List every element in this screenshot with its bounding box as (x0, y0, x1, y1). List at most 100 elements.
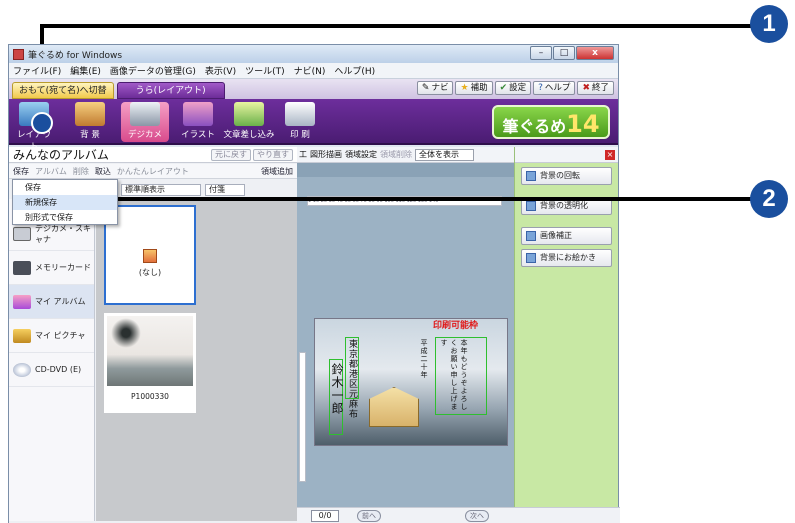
app-logo: 筆ぐるめ14 (492, 105, 610, 139)
view-select[interactable]: 標準順表示 (121, 184, 201, 196)
menu-file[interactable]: ファイル(F) (13, 64, 61, 77)
view-options: 表示 標準順表示 付箋 (95, 183, 295, 197)
album-button[interactable]: アルバム (35, 166, 67, 177)
app-window: 筆ぐるめ for Windows – □ x ファイル(F) 編集(E) 画像デ… (8, 44, 620, 523)
close-button[interactable]: x (576, 46, 614, 60)
import-button[interactable]: 取込 (95, 166, 111, 177)
ribbon-text-insert[interactable]: 文章差し込み (223, 102, 275, 142)
settings-label: 設定 (509, 83, 527, 93)
panel-header: × (515, 147, 618, 163)
menu-bar: ファイル(F) 編集(E) 画像データの管理(G) 表示(V) ツール(T) ナ… (9, 63, 618, 79)
prev-button[interactable]: 前へ (357, 510, 381, 522)
area-settings-button[interactable]: 領域設定 (345, 149, 377, 160)
ribbon-background[interactable]: 背 景 (69, 102, 111, 142)
redo-button[interactable]: やり直す (253, 149, 293, 161)
undo-redo-group: 元に戻す やり直す (211, 149, 293, 161)
no-image-icon (143, 249, 157, 263)
menu-item-save[interactable]: 保存 (13, 180, 117, 195)
settings-icon: ✔ (499, 83, 508, 93)
save-menu-button[interactable]: 保存 (13, 166, 29, 177)
delete-button[interactable]: 削除 (73, 166, 89, 177)
menu-navi[interactable]: ナビ(N) (294, 64, 326, 77)
background-tools-panel: × 背景の回転 背景の透明化 画像補正 背景にお絵かき (514, 147, 618, 507)
menu-tools[interactable]: ツール(T) (245, 64, 285, 77)
navi-button[interactable]: ✎ ナビ (416, 81, 454, 95)
menu-image-data[interactable]: 画像データの管理(G) (110, 64, 196, 77)
undo-button[interactable]: 元に戻す (211, 149, 251, 161)
draw-on-background-button[interactable]: 背景にお絵かき (521, 249, 612, 267)
callout-1-badge: 1 (750, 5, 788, 43)
rotate-icon (526, 171, 536, 181)
draw-icon (526, 253, 536, 263)
thumbnail-grid: (なし) P1000330 (96, 199, 297, 521)
sort-select[interactable]: 付箋 (205, 184, 245, 196)
zoom-select[interactable]: 全体を表示 (415, 148, 474, 161)
tab-back-layout[interactable]: うら(レイアウト) (116, 82, 225, 99)
image-correction-button[interactable]: 画像補正 (521, 227, 612, 245)
sidebar-item-cd-dvd[interactable]: CD-DVD (E) (9, 353, 94, 387)
shape-draw-button[interactable]: 図形描画 (310, 149, 342, 160)
sidebar-item-memory-card[interactable]: メモリーカード (9, 251, 94, 285)
pictures-icon (13, 328, 31, 343)
logo-version: 14 (566, 110, 600, 138)
navi-label: ナビ (431, 83, 449, 93)
app-icon (13, 48, 24, 60)
menu-view[interactable]: 表示(V) (205, 64, 236, 77)
navi-icon: ✎ (421, 83, 430, 93)
postcard-preview[interactable]: 印刷可能枠 東京都港区元麻布 鈴木一郎 平成二十年 本年もどうぞよろしくお願い申… (314, 318, 508, 446)
sidebar-item-my-album[interactable]: マイ アルバム (9, 285, 94, 319)
menu-item-save-as-format[interactable]: 別形式で保存 (13, 210, 117, 225)
draw-label: 背景にお絵かき (540, 253, 596, 262)
album-title: みんなのアルバム (13, 148, 109, 162)
help-button[interactable]: ? ヘルプ (533, 81, 576, 95)
correction-label: 画像補正 (540, 231, 572, 240)
tool-button[interactable]: 工 (299, 149, 307, 160)
sidebar-item-my-pictures[interactable]: マイ ピクチャ (9, 319, 94, 353)
ribbon-digicam[interactable]: デジカメ (121, 102, 169, 142)
sidebar-label-memory-card: メモリーカード (35, 263, 91, 272)
menu-help[interactable]: ヘルプ(H) (334, 64, 375, 77)
ribbon-print[interactable]: 印 刷 (279, 102, 321, 142)
menu-item-new-save[interactable]: 新規保存 (13, 195, 117, 210)
canvas-pager: 0/0 前へ 次へ (297, 507, 620, 523)
add-area-button[interactable]: 領域追加 (261, 166, 293, 177)
tree-silhouette (111, 318, 141, 348)
maximize-button[interactable]: □ (553, 46, 575, 60)
ribbon-illust-label: イラスト (181, 130, 215, 140)
ribbon-illust[interactable]: イラスト (177, 102, 219, 142)
exit-label: 終了 (591, 83, 609, 93)
printable-area-label: 印刷可能枠 (433, 321, 479, 331)
easy-layout-button[interactable]: かんたんレイアウト (117, 166, 189, 177)
camera-icon (130, 102, 160, 126)
top-right-buttons: ✎ ナビ ★ 補助 ✔ 設定 ? ヘルプ ✖ 終了 (416, 81, 614, 95)
canvas-page: 1 10 20 30 40 50 60 70 80 90 100 110 120… (297, 177, 514, 507)
printer-icon (285, 102, 315, 126)
exit-icon: ✖ (582, 83, 590, 93)
background-icon (75, 102, 105, 126)
sidebar-label-my-album: マイ アルバム (35, 297, 86, 306)
tab-front-address[interactable]: おもて(宛て名)へ切替 (12, 82, 114, 99)
canvas-panel: 工 図形描画 領域設定 領域削除 全体を表示 1 10 20 30 40 50 … (297, 147, 514, 523)
panel-close-icon[interactable]: × (605, 150, 615, 160)
settings-button[interactable]: ✔ 設定 (494, 81, 532, 95)
ribbon-toolbar: レイアウト 背 景 デジカメ イラスト 文章差し込み 印 刷 筆ぐるめ14 (9, 99, 618, 152)
menu-edit[interactable]: 編集(E) (70, 64, 101, 77)
photo-image (107, 316, 193, 386)
disc-icon (13, 362, 31, 377)
name-text: 鈴木一郎 (330, 363, 344, 415)
callout-1-dot (31, 112, 53, 134)
thumbnail-label: (なし) (138, 268, 162, 277)
next-button[interactable]: 次へ (465, 510, 489, 522)
assist-button[interactable]: ★ 補助 (455, 81, 493, 95)
illust-icon (183, 102, 213, 126)
rotate-background-button[interactable]: 背景の回転 (521, 167, 612, 185)
minimize-button[interactable]: – (530, 46, 552, 60)
camera-icon (13, 226, 31, 241)
exit-button[interactable]: ✖ 終了 (577, 81, 614, 95)
thumbnail-photo[interactable]: P1000330 (104, 313, 196, 413)
help-label: ヘルプ (544, 83, 571, 93)
address-text: 東京都港区元麻布 (347, 339, 357, 419)
help-icon: ? (538, 83, 543, 93)
area-delete-button[interactable]: 領域削除 (380, 149, 412, 160)
ribbon-background-label: 背 景 (80, 130, 100, 140)
